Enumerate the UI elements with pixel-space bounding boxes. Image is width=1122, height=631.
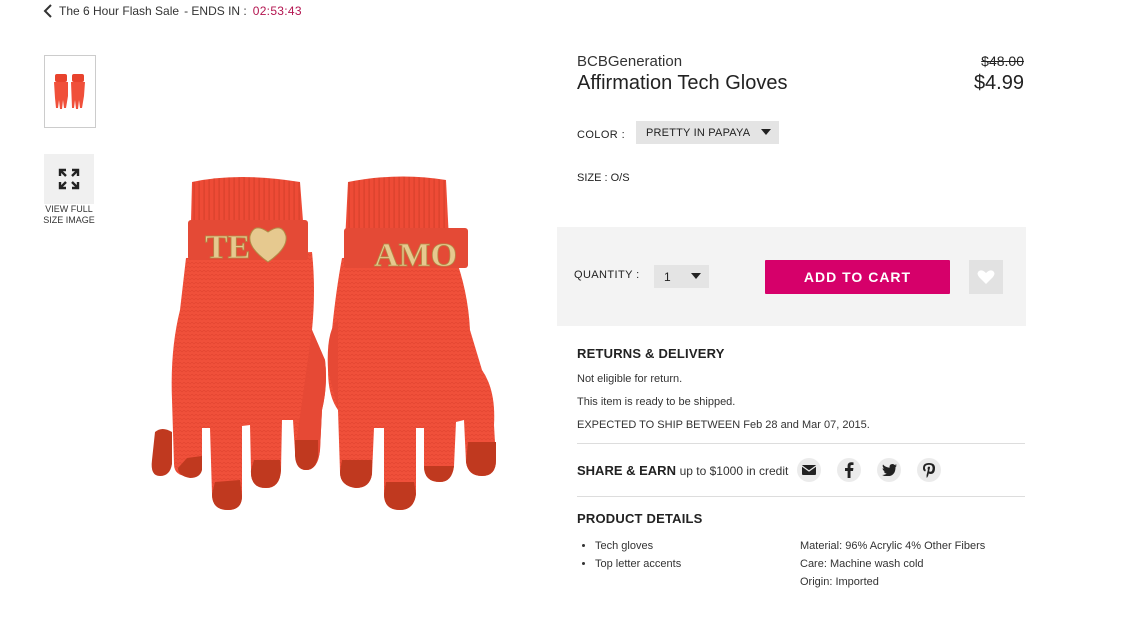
expand-icon — [58, 168, 80, 190]
divider — [577, 443, 1025, 444]
left-glove: TE — [151, 177, 326, 510]
spec-origin: Origin: Imported — [800, 576, 879, 588]
list-item: Top letter accents — [595, 558, 681, 576]
original-price: $48.00 — [981, 53, 1024, 69]
color-select[interactable]: PRETTY IN PAPAYA — [636, 121, 779, 144]
color-value: PRETTY IN PAPAYA — [646, 126, 751, 139]
color-label: COLOR : — [577, 129, 626, 141]
product-image: TE AMO — [151, 176, 496, 510]
product-title: Affirmation Tech Gloves — [577, 72, 788, 94]
brand-name[interactable]: BCBGeneration — [577, 53, 682, 70]
svg-text:AMO: AMO — [374, 237, 457, 274]
right-glove: AMO — [327, 176, 496, 510]
quantity-select[interactable]: 1 — [654, 265, 709, 288]
facebook-share-button[interactable] — [837, 458, 861, 482]
pinterest-icon — [923, 462, 935, 478]
caret-down-icon — [691, 273, 701, 279]
countdown-timer: 02:53:43 — [252, 4, 302, 18]
email-icon — [802, 465, 816, 475]
ends-in-label: - ENDS IN : — [184, 4, 247, 18]
spec-material: Material: 96% Acrylic 4% Other Fibers — [800, 540, 986, 552]
list-item: Tech gloves — [595, 540, 681, 558]
return-eligibility: Not eligible for return. — [577, 373, 683, 385]
heart-icon — [977, 270, 995, 284]
svg-text:TE: TE — [205, 229, 250, 266]
details-specs: Material: 96% Acrylic 4% Other Fibers Ca… — [800, 540, 985, 594]
facebook-icon — [845, 462, 854, 478]
breadcrumb: The 6 Hour Flash Sale - ENDS IN : 02:53:… — [42, 3, 302, 19]
product-details-heading: PRODUCT DETAILS — [577, 511, 703, 526]
size-label: SIZE : O/S — [577, 172, 630, 184]
glove-thumbnail-image — [54, 73, 85, 109]
share-subtitle: up to $1000 in credit — [679, 464, 789, 478]
wishlist-button[interactable] — [969, 260, 1003, 294]
view-full-size-button[interactable] — [44, 154, 94, 204]
sale-price: $4.99 — [973, 72, 1024, 94]
divider — [577, 496, 1025, 497]
caret-down-icon — [761, 129, 771, 135]
shipping-status: This item is ready to be shipped. — [577, 396, 736, 408]
quantity-value: 1 — [664, 269, 671, 284]
twitter-share-button[interactable] — [877, 458, 901, 482]
twitter-icon — [881, 464, 897, 476]
spec-care: Care: Machine wash cold — [800, 558, 924, 570]
email-share-button[interactable] — [797, 458, 821, 482]
pinterest-share-button[interactable] — [917, 458, 941, 482]
share-heading: SHARE & EARN — [577, 463, 676, 478]
add-to-cart-button[interactable]: ADD TO CART — [765, 260, 950, 294]
quantity-label: QUANTITY : — [574, 269, 640, 281]
expected-ship-dates: EXPECTED TO SHIP BETWEEN Feb 28 and Mar … — [577, 419, 870, 431]
view-full-size-label: VIEW FULL SIZE IMAGE — [43, 204, 95, 225]
sale-link[interactable]: The 6 Hour Flash Sale — [59, 4, 179, 18]
product-thumbnail[interactable] — [44, 55, 96, 128]
returns-heading: RETURNS & DELIVERY — [577, 346, 725, 361]
chevron-left-icon[interactable] — [42, 3, 56, 19]
details-bullets: Tech gloves Top letter accents — [577, 540, 681, 576]
share-and-earn: SHARE & EARN up to $1000 in credit — [577, 463, 788, 478]
